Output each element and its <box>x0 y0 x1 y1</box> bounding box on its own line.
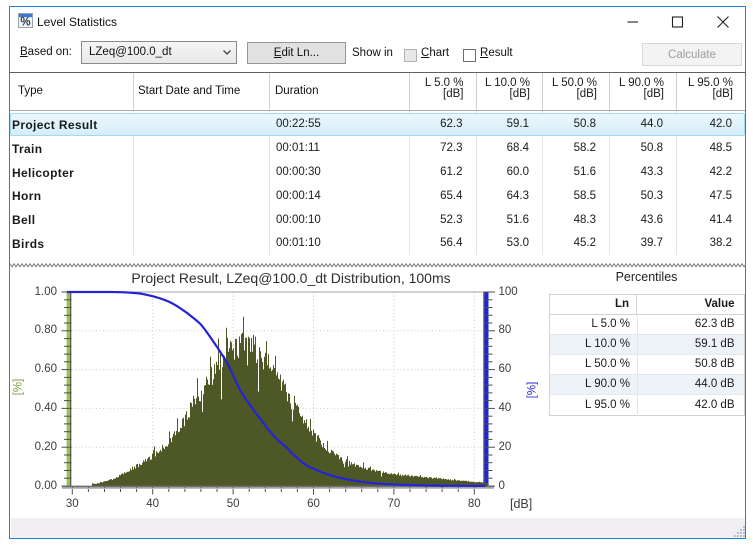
svg-text:%: % <box>20 17 30 28</box>
